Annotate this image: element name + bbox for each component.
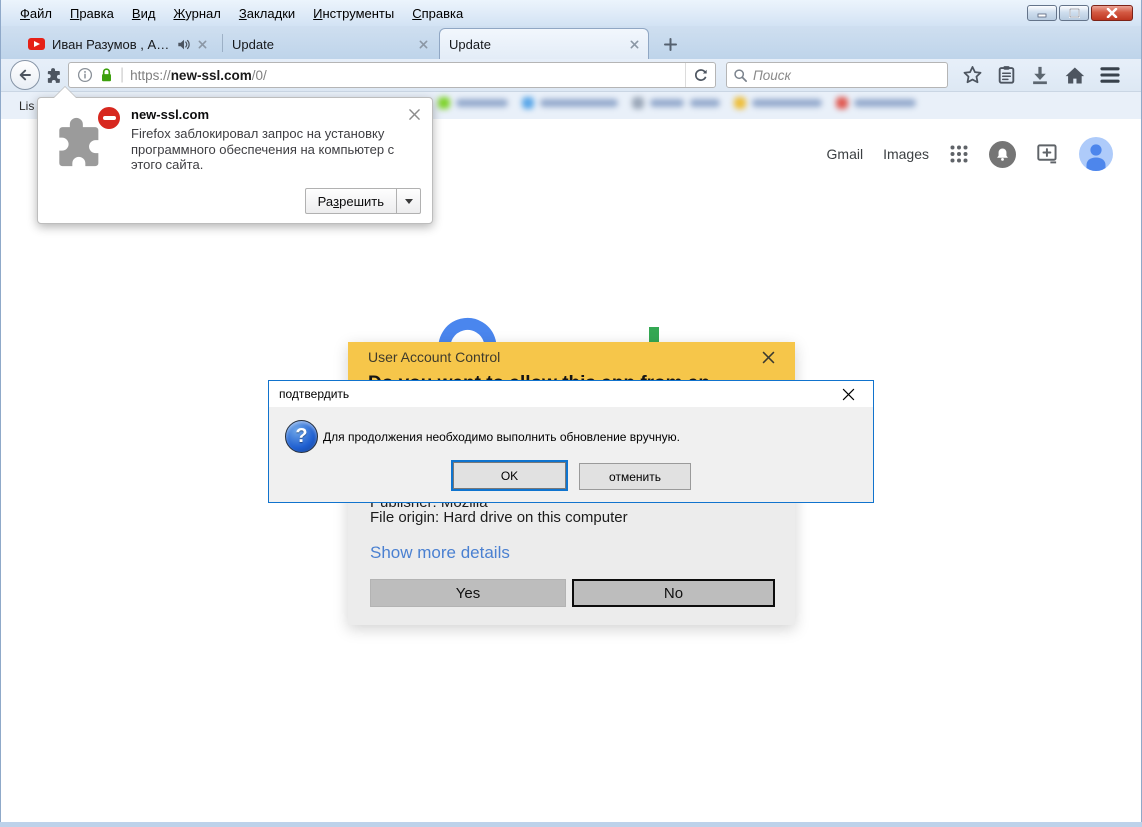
bookmark-favicon — [632, 97, 644, 109]
images-link[interactable]: Images — [883, 146, 929, 162]
bookmark-item-partial[interactable]: Lis — [19, 99, 34, 113]
bookmark-item[interactable] — [836, 97, 916, 109]
tab-close-icon[interactable] — [198, 40, 207, 49]
blocked-badge-icon — [96, 105, 122, 131]
tab-close-icon[interactable] — [419, 40, 428, 49]
tab-close-icon[interactable] — [630, 40, 639, 49]
bookmark-item[interactable] — [438, 97, 508, 109]
tab-title: Update — [232, 36, 274, 52]
youtube-icon — [28, 38, 45, 50]
uac-close-icon[interactable] — [762, 351, 775, 364]
uac-no-button[interactable]: No — [572, 579, 775, 607]
tab-update-2-active[interactable]: Update — [439, 28, 649, 59]
search-icon — [733, 68, 748, 83]
bookmark-star-icon[interactable] — [962, 65, 983, 85]
bookmark-favicon — [438, 97, 450, 109]
confirm-message: Для продолжения необходимо выполнить обн… — [323, 430, 680, 444]
firefox-install-blocked-popup: new-ssl.com Firefox заблокировал запрос … — [37, 97, 433, 224]
new-tab-button[interactable] — [657, 34, 683, 54]
menu-view[interactable]: Вид — [123, 3, 165, 24]
url-text: https://new-ssl.com/0/ — [130, 67, 267, 83]
tab-strip: Иван Разумов , Алекс... Update Update — [0, 26, 1142, 59]
puzzle-plugin-icon — [50, 117, 112, 177]
confirm-dialog-title: подтвердить — [279, 387, 350, 401]
search-input[interactable] — [753, 67, 923, 83]
home-icon[interactable] — [1064, 66, 1085, 85]
reload-button[interactable] — [685, 63, 715, 87]
uac-file-origin: File origin: Hard drive on this computer — [370, 509, 628, 526]
menu-file[interactable]: Файл — [11, 3, 61, 24]
gmail-link[interactable]: Gmail — [827, 146, 864, 162]
menu-bookmarks[interactable]: Закладки — [230, 3, 304, 24]
dropdown-arrow-icon — [404, 198, 413, 204]
menu-bar: Файл Правка Вид Журнал Закладки Инструме… — [0, 0, 1142, 26]
bookmark-item[interactable] — [522, 97, 618, 109]
tab-title: Update — [449, 36, 491, 52]
bookmark-item[interactable] — [734, 97, 822, 109]
plugin-blocked-anchor-icon[interactable] — [40, 66, 68, 85]
tab-audio-icon[interactable] — [177, 38, 191, 51]
popup-site-name: new-ssl.com — [131, 107, 210, 122]
bookmark-favicon — [734, 97, 746, 109]
search-box[interactable] — [726, 62, 948, 88]
popup-close-icon[interactable] — [406, 106, 422, 122]
menu-history[interactable]: Журнал — [164, 3, 229, 24]
google-logo-fragment-g — [438, 316, 500, 342]
bookmark-favicon — [836, 97, 848, 109]
downloads-icon[interactable] — [1030, 65, 1050, 85]
confirm-ok-button[interactable]: OK — [453, 462, 566, 489]
menu-tools[interactable]: Инструменты — [304, 3, 403, 24]
menu-help[interactable]: Справка — [403, 3, 472, 24]
menu-edit[interactable]: Правка — [61, 3, 123, 24]
confirm-close-icon[interactable] — [833, 383, 863, 405]
bookmarks-menu-icon[interactable] — [997, 65, 1016, 85]
page-info-icon[interactable] — [77, 67, 93, 83]
allow-button[interactable]: Ра з решить — [304, 188, 397, 214]
confirm-dialog: подтвердить ? Для продолжения необходимо… — [268, 380, 874, 503]
allow-dropdown-button[interactable] — [397, 188, 421, 214]
url-bar[interactable]: | https://new-ssl.com/0/ — [68, 62, 716, 88]
google-header: Gmail Images — [827, 137, 1113, 171]
google-apps-grid-icon[interactable] — [949, 144, 969, 164]
navigation-toolbar: | https://new-ssl.com/0/ — [0, 59, 1142, 92]
popup-message: Firefox заблокировал запрос на установку… — [131, 126, 395, 172]
hamburger-menu-icon[interactable] — [1099, 66, 1121, 84]
uac-show-more-details-link[interactable]: Show more details — [370, 543, 510, 563]
window-border-bottom — [0, 822, 1142, 827]
bookmark-item[interactable] — [632, 97, 720, 109]
blurred-bookmarks — [438, 97, 916, 109]
tab-youtube[interactable]: Иван Разумов , Алекс... — [19, 29, 223, 59]
uac-yes-button[interactable]: Yes — [370, 579, 566, 607]
close-button[interactable] — [1091, 5, 1133, 21]
uac-title: User Account Control — [368, 349, 501, 365]
minimize-button[interactable] — [1027, 5, 1057, 21]
google-logo-fragment-l — [649, 327, 659, 343]
back-button[interactable] — [10, 60, 40, 90]
maximize-button[interactable] — [1059, 5, 1089, 21]
add-shortcut-icon[interactable] — [1036, 143, 1059, 165]
window-controls — [1027, 5, 1133, 21]
notifications-bell-icon[interactable] — [989, 140, 1016, 168]
tab-title: Иван Разумов , Алекс... — [52, 36, 170, 52]
bookmark-favicon — [522, 97, 534, 109]
question-mark-icon: ? — [285, 420, 318, 453]
window-border-left — [0, 0, 1, 827]
account-avatar[interactable] — [1079, 137, 1113, 171]
ssl-lock-icon[interactable] — [99, 67, 114, 83]
confirm-cancel-button[interactable]: отменить — [579, 463, 691, 490]
tab-update-1[interactable]: Update — [223, 29, 437, 59]
